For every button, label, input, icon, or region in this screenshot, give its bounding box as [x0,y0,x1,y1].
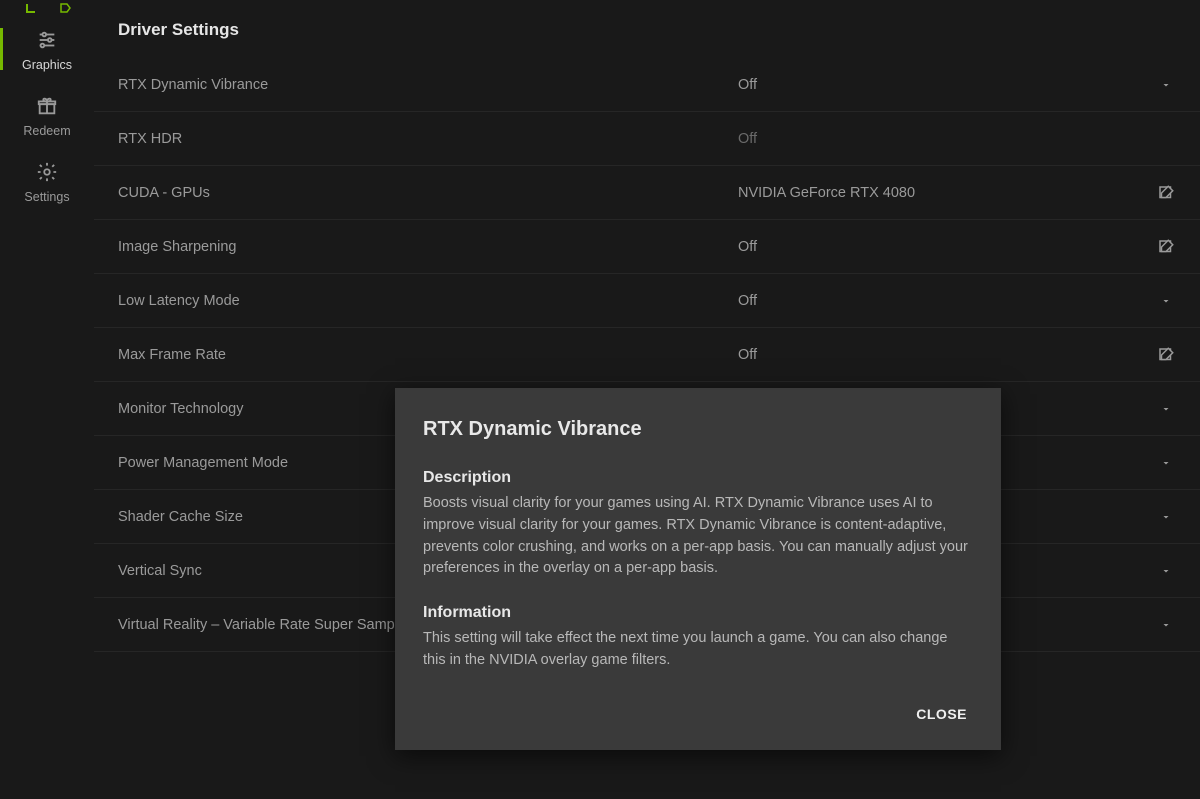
info-dialog: RTX Dynamic Vibrance Description Boosts … [395,388,1001,750]
setting-row[interactable]: RTX HDROff [94,112,1200,166]
setting-row[interactable]: Max Frame RateOff [94,328,1200,382]
edit-icon[interactable] [1156,183,1176,203]
chevron-down-icon[interactable] [1156,615,1176,635]
gear-icon [35,160,59,184]
dialog-description-body: Boosts visual clarity for your games usi… [423,493,973,580]
setting-label: Max Frame Rate [118,347,738,363]
chevron-down-icon[interactable] [1156,561,1176,581]
setting-label: RTX HDR [118,131,738,147]
setting-value: Off [738,77,1156,93]
setting-value: Off [738,293,1156,309]
section-title: Driver Settings [94,0,1200,58]
setting-label: Image Sharpening [118,239,738,255]
setting-row[interactable]: Image SharpeningOff [94,220,1200,274]
dialog-information-body: This setting will take effect the next t… [423,628,973,672]
dialog-close-button[interactable]: CLOSE [910,696,973,732]
dialog-actions: CLOSE [423,696,973,732]
dialog-information-heading: Information [423,604,973,622]
tag-icon [59,2,69,12]
sidebar-item-settings[interactable]: Settings [0,148,94,214]
setting-value: Off [738,347,1156,363]
chevron-down-icon[interactable] [1156,75,1176,95]
setting-label: CUDA - GPUs [118,185,738,201]
setting-row[interactable]: Low Latency ModeOff [94,274,1200,328]
sidebar-top-icons [0,0,94,16]
sidebar-item-redeem[interactable]: Redeem [0,82,94,148]
chevron-down-icon[interactable] [1156,291,1176,311]
sidebar: Graphics Redeem Settings [0,0,94,799]
setting-value: Off [738,239,1156,255]
sidebar-item-graphics[interactable]: Graphics [0,16,94,82]
sidebar-item-label: Settings [24,190,69,204]
row-end-empty [1156,129,1176,149]
edit-icon[interactable] [1156,345,1176,365]
sidebar-item-label: Redeem [23,124,70,138]
setting-row[interactable]: RTX Dynamic VibranceOff [94,58,1200,112]
edit-icon[interactable] [1156,237,1176,257]
setting-value: Off [738,131,1156,147]
brand-icon [25,2,35,12]
setting-label: RTX Dynamic Vibrance [118,77,738,93]
dialog-title: RTX Dynamic Vibrance [423,418,973,441]
gift-icon [35,94,59,118]
setting-value: NVIDIA GeForce RTX 4080 [738,185,1156,201]
chevron-down-icon[interactable] [1156,453,1176,473]
chevron-down-icon[interactable] [1156,507,1176,527]
dialog-description-heading: Description [423,469,973,487]
setting-label: Low Latency Mode [118,293,738,309]
setting-row[interactable]: CUDA - GPUsNVIDIA GeForce RTX 4080 [94,166,1200,220]
sidebar-item-label: Graphics [22,58,72,72]
sliders-icon [35,28,59,52]
chevron-down-icon[interactable] [1156,399,1176,419]
